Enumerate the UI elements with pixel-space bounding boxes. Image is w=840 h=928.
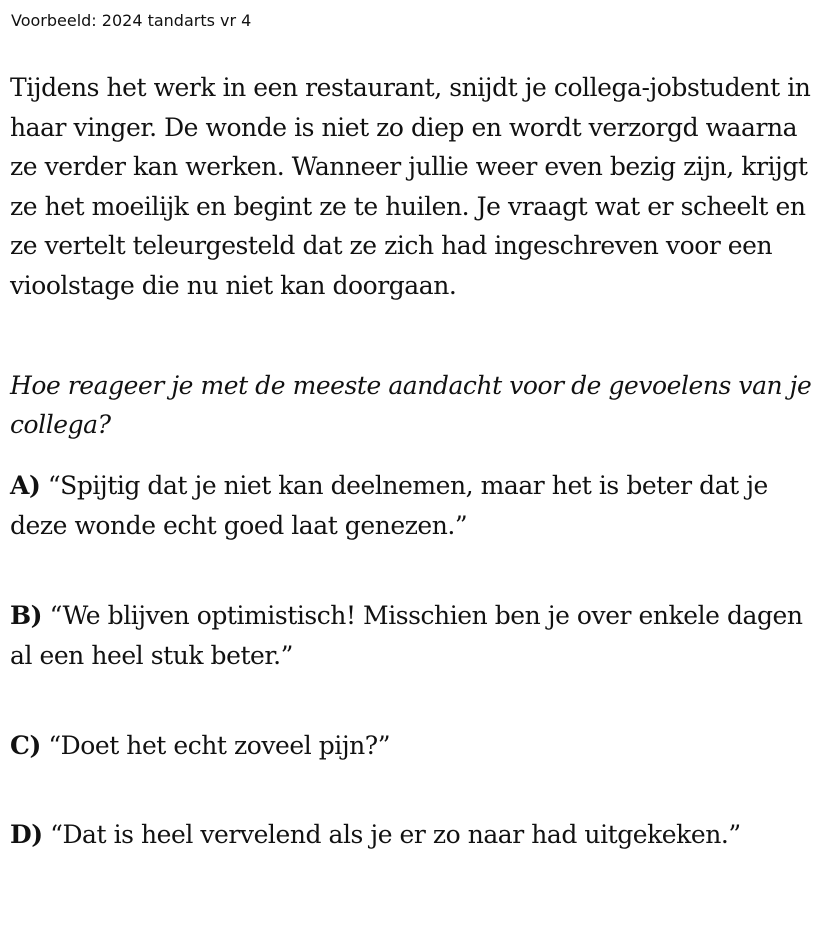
document-page: Voorbeeld: 2024 tandarts vr 4 Tijdens he… [0, 0, 840, 928]
question-text: Hoe reageer je met de meeste aandacht vo… [10, 371, 812, 439]
option-letter: B) [10, 601, 43, 630]
document-header: Voorbeeld: 2024 tandarts vr 4 [11, 11, 252, 30]
scenario-paragraph: Tijdens het werk in een restaurant, snij… [10, 73, 811, 300]
option-text: “We blijven optimistisch! Misschien ben … [10, 601, 803, 670]
option-text: “Doet het echt zoveel pijn?” [48, 731, 391, 760]
answer-option-d: D) “Dat is heel vervelend als je er zo n… [10, 815, 825, 855]
option-letter: C) [10, 731, 41, 760]
option-letter: D) [10, 820, 43, 849]
answer-option-a: A) “Spijtig dat je niet kan deelnemen, m… [10, 466, 825, 545]
answer-option-c: C) “Doet het echt zoveel pijn?” [10, 726, 825, 766]
option-letter: A) [10, 471, 41, 500]
answer-option-b: B) “We blijven optimistisch! Misschien b… [10, 596, 825, 675]
option-text: “Dat is heel vervelend als je er zo naar… [50, 820, 741, 849]
option-text: “Spijtig dat je niet kan deelnemen, maar… [10, 471, 768, 540]
